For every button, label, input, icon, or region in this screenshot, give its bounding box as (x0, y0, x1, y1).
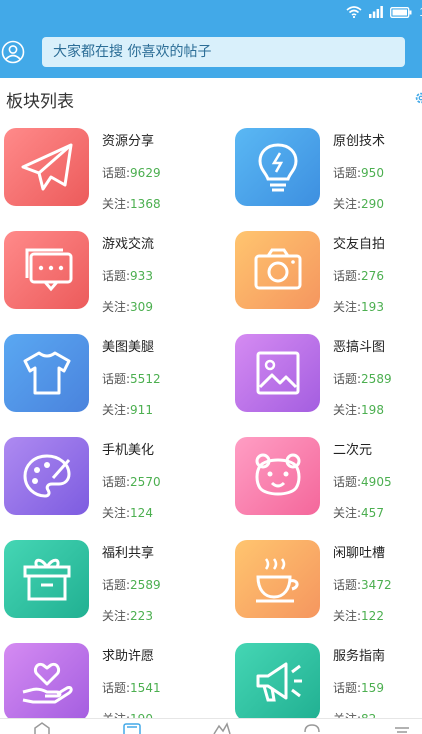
board-follows: 关注:457 (333, 506, 384, 520)
board-follows: 关注:1368 (102, 197, 161, 211)
board-name: 美图美腿 (102, 340, 155, 355)
board-name: 服务指南 (333, 649, 386, 664)
board-item[interactable]: 求助许愿 话题:1541 关注:190 (4, 633, 204, 726)
discover-tab-icon[interactable] (212, 722, 232, 734)
board-topics: 话题:933 (102, 269, 153, 283)
board-follows: 关注:911 (102, 403, 153, 417)
board-name: 原创技术 (333, 134, 386, 149)
board-icon (235, 334, 320, 412)
megaphone-icon (256, 662, 302, 702)
board-topics: 话题:2589 (333, 372, 392, 386)
signal-icon (369, 6, 384, 18)
board-follows: 关注:309 (102, 300, 153, 314)
board-item[interactable]: 闲聊吐槽 话题:3472 关注:122 (235, 530, 422, 623)
palette-icon (22, 454, 71, 498)
board-icon (4, 437, 89, 515)
section-title: 板块列表 (6, 92, 74, 112)
board-name: 求助许愿 (102, 649, 155, 664)
board-topics: 话题:4905 (333, 475, 392, 489)
status-bar: 1 (0, 0, 422, 26)
board-icon (4, 334, 89, 412)
board-follows: 关注:124 (102, 506, 153, 520)
board-topics: 话题:1541 (102, 681, 161, 695)
board-topics: 话题:2570 (102, 475, 161, 489)
forum-tab-icon[interactable] (122, 722, 142, 734)
chat-bubble-icon (25, 248, 72, 292)
board-icon (235, 643, 320, 721)
coffee-cup-icon (255, 558, 298, 603)
search-input[interactable]: 大家都在搜 你喜欢的帖子 (42, 37, 405, 67)
message-tab-icon[interactable] (302, 722, 322, 734)
board-name: 资源分享 (102, 134, 155, 149)
board-item[interactable]: 福利共享 话题:2589 关注:223 (4, 530, 204, 623)
board-item[interactable]: 二次元 话题:4905 关注:457 (235, 427, 422, 520)
heart-hand-icon (22, 662, 73, 704)
paper-plane-icon (21, 143, 72, 191)
board-topics: 话题:2589 (102, 578, 161, 592)
user-avatar-icon[interactable] (1, 40, 25, 64)
board-topics: 话题:276 (333, 269, 384, 283)
section-header: 板块列表 (0, 78, 422, 118)
gift-box-icon (23, 558, 70, 601)
board-name: 游戏交流 (102, 237, 155, 252)
status-icons: 1 (346, 4, 422, 20)
board-icon (4, 540, 89, 618)
board-name: 恶搞斗图 (333, 340, 386, 355)
board-icon (4, 128, 89, 206)
picture-icon (256, 351, 299, 395)
board-icon (235, 437, 320, 515)
board-icon (235, 540, 320, 618)
board-name: 手机美化 (102, 443, 155, 458)
board-item[interactable]: 服务指南 话题:159 关注:82 (235, 633, 422, 726)
board-follows: 关注:198 (333, 403, 384, 417)
board-follows: 关注:223 (102, 609, 153, 623)
board-icon (4, 231, 89, 309)
board-item[interactable]: 资源分享 话题:9629 关注:1368 (4, 118, 204, 211)
board-follows: 关注:193 (333, 300, 384, 314)
search-placeholder: 大家都在搜 你喜欢的帖子 (53, 44, 212, 60)
battery-icon (390, 6, 412, 18)
bear-face-icon (255, 453, 300, 496)
board-name: 闲聊吐槽 (333, 546, 386, 561)
tshirt-icon (23, 351, 70, 395)
board-item[interactable]: 游戏交流 话题:933 关注:309 (4, 221, 204, 314)
board-name: 交友自拍 (333, 237, 386, 252)
wifi-icon (346, 6, 362, 18)
header: 大家都在搜 你喜欢的帖子 (0, 26, 422, 78)
board-topics: 话题:5512 (102, 372, 161, 386)
board-topics: 话题:9629 (102, 166, 161, 180)
board-name: 二次元 (333, 443, 373, 458)
board-follows: 关注:290 (333, 197, 384, 211)
settings-gear-icon[interactable] (414, 90, 422, 106)
board-topics: 话题:3472 (333, 578, 392, 592)
board-name: 福利共享 (102, 546, 155, 561)
board-topics: 话题:950 (333, 166, 384, 180)
board-item[interactable]: 手机美化 话题:2570 关注:124 (4, 427, 204, 520)
profile-tab-icon[interactable] (392, 722, 412, 734)
board-item[interactable]: 美图美腿 话题:5512 关注:911 (4, 324, 204, 417)
board-icon (4, 643, 89, 721)
board-topics: 话题:159 (333, 681, 384, 695)
home-tab-icon[interactable] (32, 722, 52, 734)
board-follows: 关注:122 (333, 609, 384, 623)
board-item[interactable]: 恶搞斗图 话题:2589 关注:198 (235, 324, 422, 417)
board-icon (235, 231, 320, 309)
board-item[interactable]: 交友自拍 话题:276 关注:193 (235, 221, 422, 314)
board-item[interactable]: 原创技术 话题:950 关注:290 (235, 118, 422, 211)
camera-icon (254, 248, 301, 290)
board-icon (235, 128, 320, 206)
lightbulb-icon (257, 143, 298, 192)
bottom-tab-bar (0, 718, 422, 734)
